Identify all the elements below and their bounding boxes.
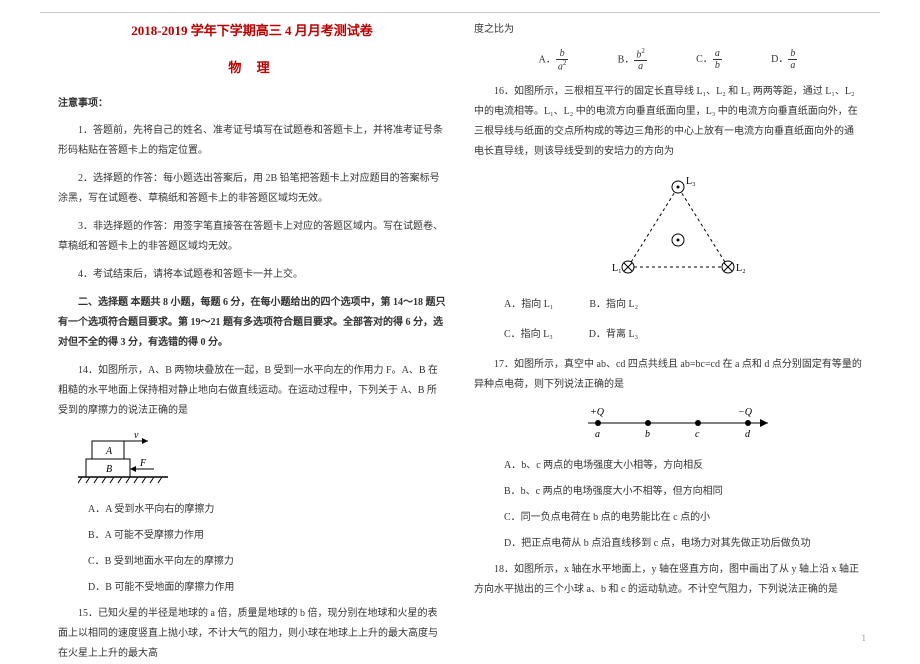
exam-title: 2018-2019 学年下学期高三 4 月月考测试卷 — [58, 20, 446, 39]
q15-choice-B: B．b2a — [618, 48, 647, 72]
axis-arrow-icon — [760, 419, 768, 427]
q17-choice-A: A．b、c 两点的电场强度大小相等，方向相反 — [474, 456, 862, 476]
exam-subject: 物 理 — [58, 57, 446, 76]
note-4: 4．考试结束后，请将本试题卷和答题卡一并上交。 — [58, 265, 446, 285]
left-column: 2018-2019 学年下学期高三 4 月月考测试卷 物 理 注意事项： 1．答… — [40, 20, 460, 641]
notes-header: 注意事项： — [58, 94, 446, 109]
point-b-icon — [645, 420, 651, 426]
velocity-arrow-icon — [142, 438, 148, 444]
right-column: 度之比为 A．ba2 B．b2a C．ab D．ba 16．如图所示，三根相互平… — [460, 20, 880, 641]
q14-choice-A: A．A 受到水平向右的摩擦力 — [58, 500, 446, 520]
point-a-icon — [595, 420, 601, 426]
L1-label: L₁ — [612, 263, 622, 274]
q14-figure: A B v F — [78, 431, 446, 490]
c-label: c — [695, 429, 700, 440]
q16-choice-D: D．背离 L₃ — [589, 325, 638, 345]
block-A-label: A — [105, 446, 113, 457]
q17-text: 17．如图所示，真空中 ab、cd 四点共线且 ab=bc=cd 在 a 点和 … — [474, 355, 862, 395]
q15-choice-A: A．ba2 — [539, 48, 569, 72]
velocity-label: v — [134, 431, 139, 441]
force-label: F — [139, 458, 147, 469]
q15-choices: A．ba2 B．b2a C．ab D．ba — [474, 48, 862, 72]
note-2: 2．选择题的作答：每小题选出答案后，用 2B 铅笔把答题卡上对应题目的答案标号涂… — [58, 169, 446, 209]
ground-hatch — [78, 477, 162, 483]
d-label: d — [745, 429, 751, 440]
block-B-label: B — [106, 464, 112, 475]
q16-choice-C: C．指向 L₃ — [504, 325, 553, 345]
q15-text: 15．已知火星的半径是地球的 a 倍，质量是地球的 b 倍，现分别在地球和火星的… — [58, 604, 446, 664]
q17-figure: +Q −Q a b c d — [494, 405, 862, 446]
q17-choice-D: D．把正点电荷从 b 点沿直线移到 c 点，电场力对其先做正功后做负功 — [474, 534, 862, 554]
q16-choice-A: A．指向 L₁ — [504, 295, 553, 315]
minusQ-label: −Q — [738, 407, 753, 418]
note-1: 1．答题前，先将自己的姓名、准考证号填写在试题卷和答题卡上，并将准考证号条形码粘… — [58, 121, 446, 161]
q18-text: 18．如图所示，x 轴在水平地面上，y 轴在竖直方向，图中画出了从 y 轴上沿 … — [474, 560, 862, 600]
q15-continuation: 度之比为 — [474, 20, 862, 40]
q16-choices-row1: A．指向 L₁ B．指向 L₂ — [474, 295, 862, 315]
q17-choice-C: C．同一负点电荷在 b 点的电势能比在 c 点的小 — [474, 508, 862, 528]
b-label: b — [645, 429, 650, 440]
q17-choice-B: B．b、c 两点的电场强度大小不相等，但方向相同 — [474, 482, 862, 502]
plusQ-label: +Q — [590, 407, 605, 418]
page-number: 1 — [862, 633, 867, 643]
q15-choice-C: C．ab — [696, 48, 722, 72]
page-top-rule — [40, 12, 880, 13]
note-3: 3．非选择题的作答：用签字笔直接答在答题卡上对应的答题区域内。写在试题卷、草稿纸… — [58, 217, 446, 257]
a-label: a — [595, 429, 600, 440]
q14-choice-D: D．B 可能不受地面的摩擦力作用 — [58, 578, 446, 598]
L3-label: L₃ — [686, 176, 696, 187]
q16-choice-B: B．指向 L₂ — [589, 295, 638, 315]
q16-figure: L₁ L₂ L₃ — [494, 172, 862, 285]
force-arrow-icon — [130, 466, 136, 472]
q16-text: 16．如图所示，三根相互平行的固定长直导线 L₁、L₂ 和 L₃ 两两等距，通过… — [474, 82, 862, 162]
q16-choices-row2: C．指向 L₃ D．背离 L₃ — [474, 325, 862, 345]
point-c-icon — [695, 420, 701, 426]
q14-choice-B: B．A 可能不受摩擦力作用 — [58, 526, 446, 546]
section-2-header: 二、选择题 本题共 8 小题，每题 6 分，在每小题给出的四个选项中，第 14～… — [58, 293, 446, 353]
q14-choice-C: C．B 受到地面水平向左的摩擦力 — [58, 552, 446, 572]
q14-text: 14．如图所示，A、B 两物块叠放在一起，B 受到一水平向左的作用力 F。A、B… — [58, 361, 446, 421]
q15-choice-D: D．ba — [771, 48, 797, 72]
point-d-icon — [745, 420, 751, 426]
L2-label: L₂ — [736, 263, 746, 274]
